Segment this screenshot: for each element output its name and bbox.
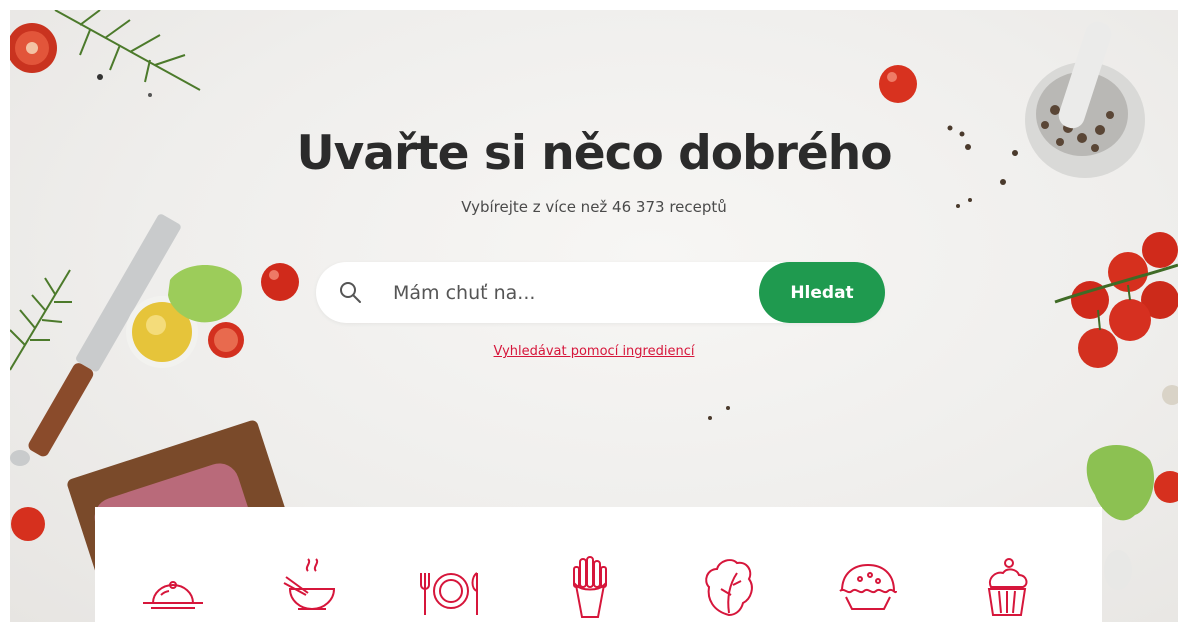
page-title: Uvařte si něco dobrého: [296, 126, 892, 181]
hot-bowl-icon: [283, 558, 336, 610]
category-serving-dish[interactable]: [137, 555, 209, 622]
search-icon: [340, 282, 361, 303]
ingredient-search-link[interactable]: Vyhledávat pomocí ingrediencí: [10, 344, 1178, 359]
search-bar: Hledat: [316, 262, 885, 323]
serving-dish-icon: [143, 581, 203, 609]
plate-cutlery-icon: [420, 572, 478, 615]
search-button[interactable]: Hledat: [759, 262, 885, 323]
search-input[interactable]: [391, 276, 755, 310]
cupcake-icon: [987, 558, 1028, 616]
category-pastry[interactable]: [832, 555, 904, 622]
hero-section: Uvařte si něco dobrého Vybírejte z více …: [10, 10, 1178, 622]
category-salads[interactable]: [693, 555, 765, 622]
page-subtitle: Vybírejte z více než 46 373 receptů: [461, 198, 727, 216]
category-desserts[interactable]: [971, 555, 1043, 622]
category-bar: [95, 507, 1102, 622]
category-hot-bowl[interactable]: [276, 555, 348, 622]
category-main-course[interactable]: [415, 555, 487, 622]
pie-icon: [839, 563, 897, 610]
fries-icon: [573, 556, 607, 618]
category-fast-food[interactable]: [554, 555, 626, 622]
lettuce-icon: [705, 559, 753, 617]
